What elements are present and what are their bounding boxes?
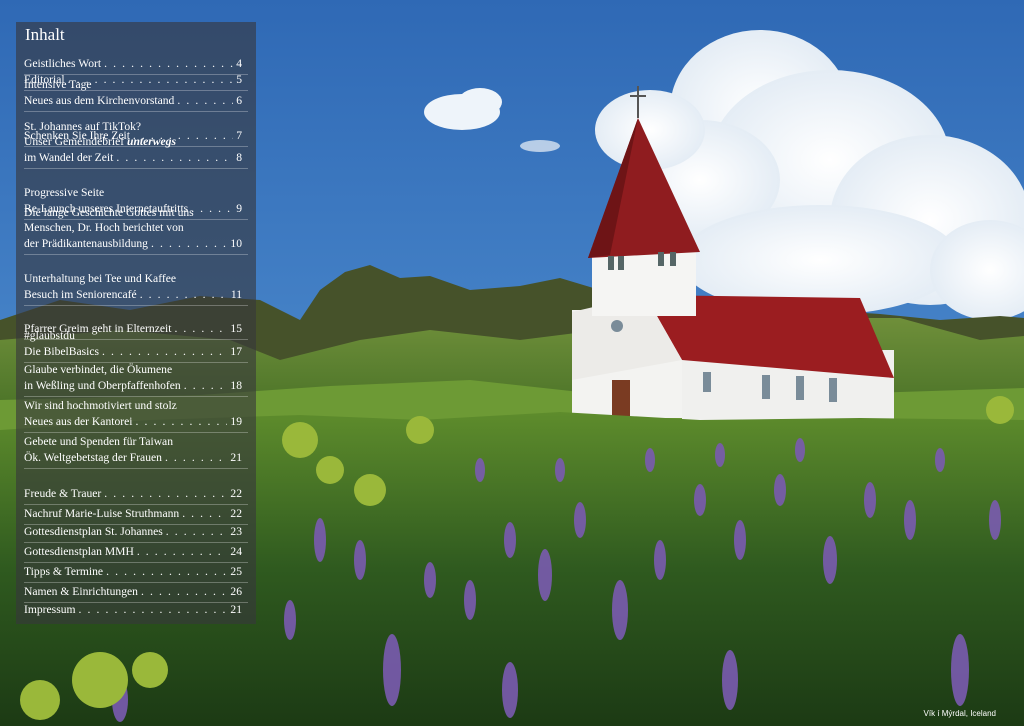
dot-leader: [106, 564, 227, 580]
toc-entry-line: Gebete und Spenden für Taiwan: [24, 435, 174, 449]
toc-divider: [24, 582, 248, 583]
toc-page-number: 26: [230, 585, 242, 598]
dot-leader: [136, 414, 228, 430]
toc-page-number: 18: [230, 378, 242, 392]
toc-entry[interactable]: Glaube verbindet, die Ökumene in Weßling …: [24, 362, 242, 393]
toc-divider: [24, 396, 248, 397]
dot-leader: [104, 486, 227, 502]
dot-leader: [102, 344, 227, 360]
dot-leader: [141, 584, 227, 600]
toc-entry-line: #glaubstdu: [24, 329, 75, 343]
toc-divider: [24, 562, 248, 563]
dot-leader: [184, 378, 228, 394]
toc-divider: [24, 504, 248, 505]
toc-entry-title: Neues aus der Kantorei: [24, 414, 133, 428]
dot-leader: [166, 524, 228, 540]
toc-entry[interactable]: St. Johannes auf TikTok? Unser Gemeindebr…: [24, 119, 242, 166]
dot-leader: [177, 93, 233, 109]
dot-leader: [182, 506, 227, 522]
toc-entry[interactable]: Die lange Geschichte Gottes mit uns Mensc…: [24, 205, 242, 252]
toc-entry-line: St. Johannes auf TikTok?: [24, 119, 142, 133]
toc-entry-title: Tipps & Termine: [24, 565, 104, 578]
toc-entry-line: Die lange Geschichte Gottes mit uns: [24, 205, 194, 219]
toc-entry-line: Intensive Tage: [24, 78, 92, 92]
toc-divider: [24, 111, 248, 112]
toc-entry-title: Geistliches Wort: [24, 57, 102, 70]
toc-entry-title: im Wandel der Zeit: [24, 150, 114, 164]
toc-divider: [24, 305, 248, 306]
toc-entry-title: Gottesdienstplan MMH: [24, 545, 134, 558]
toc-entry-title: Besuch im Seniorencafé: [24, 287, 137, 301]
toc-entry[interactable]: Namen & Einrichtungen 26: [24, 584, 242, 600]
toc-page-number: 17: [230, 344, 242, 358]
toc-entry-title: Neues aus dem Kirchenvorstand: [24, 93, 175, 107]
dot-leader: [137, 544, 228, 560]
toc-entry-title: Die BibelBasics: [24, 344, 100, 358]
toc-page-number: 6: [236, 93, 242, 107]
toc-page-number: 4: [236, 57, 242, 70]
toc-page-number: 22: [230, 507, 242, 520]
dot-leader: [151, 236, 227, 252]
toc-entry[interactable]: Gebete und Spenden für Taiwan Ök. Weltgeb…: [24, 434, 242, 465]
toc-divider: [24, 542, 248, 543]
dot-leader: [165, 450, 227, 466]
toc-entry[interactable]: Freude & Trauer 22: [24, 486, 242, 502]
toc-entry-title: Nachruf Marie-Luise Struthmann: [24, 507, 180, 520]
toc-entry-title: Freude & Trauer: [24, 487, 102, 500]
toc-divider: [24, 468, 248, 469]
toc-page-number: 11: [230, 287, 242, 301]
toc-page-number: 25: [230, 565, 242, 578]
toc-entry[interactable]: Intensive Tage Neues aus dem Kirchenvorst…: [24, 77, 242, 108]
toc-page-number: 22: [230, 487, 242, 500]
toc-divider: [24, 432, 248, 433]
toc-page-number: 21: [230, 603, 242, 616]
toc-entry[interactable]: Geistliches Wort 4: [24, 56, 242, 72]
dot-leader: [140, 287, 228, 303]
toc-entry-title: Gottesdienstplan St. Johannes: [24, 525, 163, 538]
toc-entry-title: Ök. Weltgebetstag der Frauen: [24, 450, 162, 464]
toc-page-number: 21: [230, 450, 242, 464]
toc-entry[interactable]: Gottesdienstplan MMH 24: [24, 544, 242, 560]
toc-entry-title: der Prädikantenausbildung: [24, 236, 148, 250]
toc-entry[interactable]: Tipps & Termine 25: [24, 564, 242, 580]
dot-leader: [79, 602, 228, 618]
toc-entry[interactable]: #glaubstduDie BibelBasics 17: [24, 328, 242, 359]
toc-entry[interactable]: Impressum 21: [24, 602, 242, 618]
toc-entry-line: Wir sind hochmotiviert und stolz: [24, 399, 177, 413]
toc-entry[interactable]: Wir sind hochmotiviert und stolz Neues au…: [24, 398, 242, 429]
toc-divider: [24, 254, 248, 255]
toc-entry[interactable]: Gottesdienstplan St. Johannes 23: [24, 524, 242, 540]
toc-entry-line: Menschen, Dr. Hoch berichtet von: [24, 221, 184, 235]
toc-page-number: 23: [230, 525, 242, 538]
toc-divider: [24, 168, 248, 169]
toc-entry-title: in Weßling und Oberpfaffenhofen: [24, 378, 181, 392]
toc-entry[interactable]: Unterhaltung bei Tee und Kaffee Besuch im…: [24, 271, 242, 302]
toc-page-number: 24: [230, 545, 242, 558]
toc-entry-line: Progressive Seite: [24, 186, 105, 200]
toc-entry-title: Namen & Einrichtungen: [24, 585, 138, 598]
toc-title: Inhalt: [25, 25, 65, 44]
toc-entry-line: Unterhaltung bei Tee und Kaffee: [24, 272, 176, 286]
dot-leader: [104, 56, 233, 72]
toc-page-number: 8: [236, 150, 242, 164]
toc-entry-title: Impressum: [24, 603, 76, 616]
dot-leader: [116, 150, 233, 166]
toc-entry[interactable]: Nachruf Marie-Luise Struthmann 22: [24, 506, 242, 522]
toc-entry-line: Glaube verbindet, die Ökumene: [24, 363, 173, 377]
photo-caption: Vík í Mýrdal, Iceland: [923, 709, 996, 718]
toc-page-number: 10: [230, 236, 242, 250]
table-of-contents: Inhalt Geistliches Wort4Editorial5Intens…: [16, 22, 256, 624]
toc-page-number: 19: [230, 414, 242, 428]
toc-entry-line: Unser Gemeindebrief unterwegs: [24, 135, 176, 149]
